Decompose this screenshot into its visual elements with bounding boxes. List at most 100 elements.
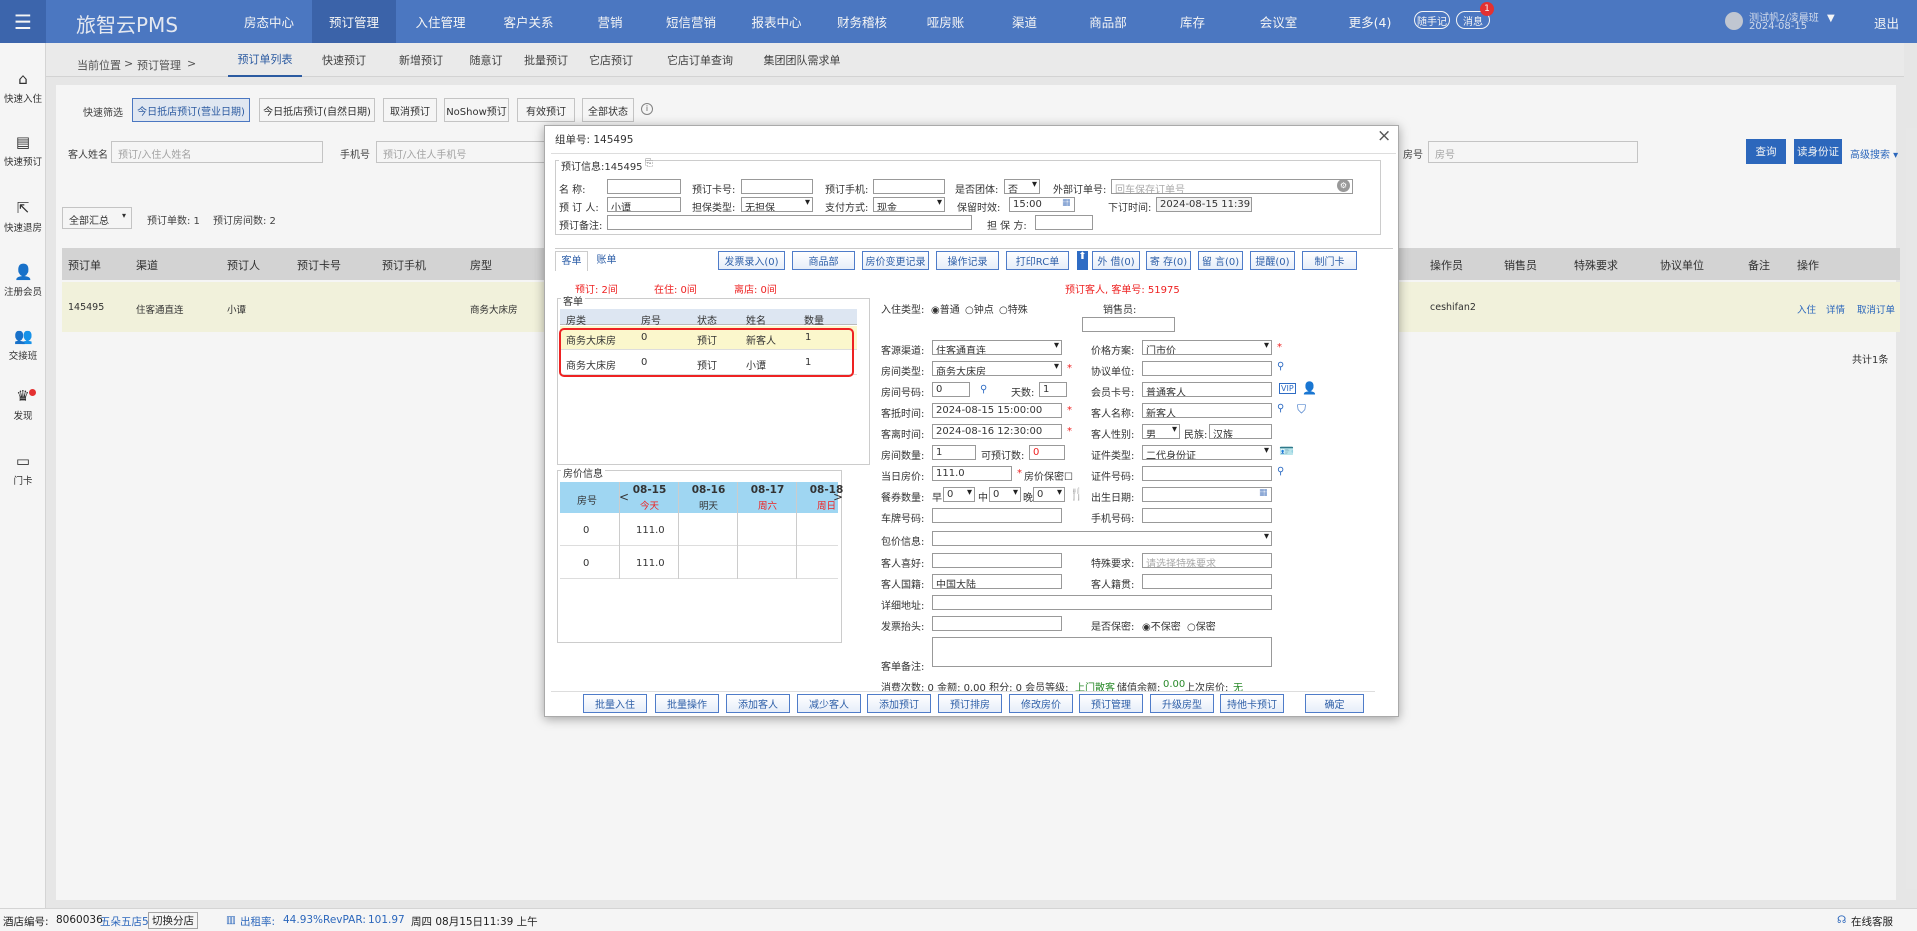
remark-input[interactable] (607, 215, 972, 230)
search-icon[interactable]: ⚲ (1277, 466, 1284, 477)
card-input[interactable] (741, 179, 813, 194)
room-no-input[interactable]: 0 (932, 382, 970, 397)
operation-log-button[interactable]: 操作记录 (936, 251, 999, 270)
booker-input[interactable]: 小谭 (607, 197, 681, 212)
id-card-icon[interactable]: 🪪 (1279, 444, 1294, 458)
country-input[interactable]: 中国大陆 (932, 574, 1062, 589)
mobile-input[interactable] (1142, 508, 1272, 523)
confirm-button[interactable]: 确定 (1305, 694, 1364, 713)
birth-input[interactable] (1142, 487, 1272, 502)
search-icon[interactable]: ⚲ (1277, 403, 1284, 414)
upgrade-room-button[interactable]: 升级房型 (1150, 694, 1214, 713)
other-card-booking-button[interactable]: 持他卡预订 (1220, 694, 1284, 713)
gender-select[interactable]: 男 (1142, 424, 1180, 439)
id-type-select[interactable]: 二代身份证 (1142, 445, 1272, 460)
secret-radio[interactable]: ○保密 (1187, 618, 1216, 633)
day-price-input[interactable]: 111.0 (932, 466, 1012, 481)
divider (551, 153, 1396, 154)
guarantor-input[interactable] (1035, 215, 1093, 230)
secret-price-checkbox[interactable]: 房价保密☐ (1024, 468, 1073, 483)
breakfast-select[interactable]: 0 (943, 487, 975, 502)
ext-order-input[interactable]: 回车保存订单号 (1111, 179, 1353, 194)
special-req-input[interactable]: 请选择特殊要求 (1142, 553, 1272, 568)
copy-icon[interactable]: ⎘ (645, 158, 653, 169)
calendar-icon[interactable]: ▦ (1259, 488, 1268, 498)
rooms-input[interactable]: 1 (932, 445, 976, 460)
arrive-label: 客抵时间: (881, 409, 925, 420)
leave-input[interactable]: 2024-08-16 12:30:00 (932, 424, 1062, 439)
remove-guest-button[interactable]: 减少客人 (797, 694, 861, 713)
search-icon[interactable]: ⚲ (980, 384, 987, 395)
batch-operation-button[interactable]: 批量操作 (655, 694, 719, 713)
stay-type-hourly-radio[interactable]: ○钟点 (965, 301, 994, 316)
booking-manage-button[interactable]: 预订管理 (1079, 694, 1143, 713)
print-rc-button[interactable]: 打印RC单 (1006, 251, 1069, 270)
stay-type-label: 入住类型: (881, 305, 925, 316)
order-time-value: 2024-08-15 11:39:0 (1156, 197, 1252, 212)
sales-input[interactable] (1082, 317, 1175, 332)
days-input[interactable]: 1 (1039, 382, 1067, 397)
change-price-button[interactable]: 修改房价 (1009, 694, 1073, 713)
borrow-button[interactable]: 外 借(0) (1092, 251, 1140, 270)
member-card-input[interactable]: 普通客人 (1142, 382, 1272, 397)
vip-icon[interactable]: VIP (1279, 383, 1296, 394)
meals-label: 餐券数量: (881, 493, 925, 504)
date-0: 08-15 (632, 484, 667, 496)
calendar-icon[interactable]: ▦ (1062, 198, 1071, 208)
card-label: 预订卡号: (692, 185, 736, 196)
group-select[interactable]: 否 (1004, 179, 1040, 194)
make-card-button[interactable]: 制门卡 (1302, 251, 1357, 270)
reminder-button[interactable]: 提醒(0) (1250, 251, 1295, 270)
guarantee-type-select[interactable]: 无担保 (741, 197, 813, 212)
add-booking-button[interactable]: 添加预订 (867, 694, 931, 713)
room-type-select[interactable]: 商务大床房 (932, 361, 1062, 376)
batch-checkin-button[interactable]: 批量入住 (583, 694, 647, 713)
search-icon[interactable]: ⚲ (1277, 361, 1284, 372)
package-select[interactable] (932, 531, 1272, 546)
not-secret-radio[interactable]: ◉不保密 (1142, 618, 1181, 633)
stay-type-special-radio[interactable]: ○特殊 (999, 301, 1028, 316)
col-name: 姓名 (746, 316, 766, 327)
message-note-button[interactable]: 留 言(0) (1198, 251, 1243, 270)
source-select[interactable]: 住客通直连 (932, 340, 1062, 355)
preference-input[interactable] (932, 553, 1062, 568)
upload-icon[interactable]: ⬆ (1077, 251, 1088, 270)
avail-input[interactable]: 0 (1029, 445, 1065, 460)
rate-plan-select[interactable]: 门市价 (1142, 340, 1272, 355)
stay-type-normal-radio[interactable]: ◉普通 (931, 301, 960, 316)
ext-order-label: 外部订单号: (1053, 185, 1107, 196)
user-add-icon[interactable]: 👤 (1302, 381, 1317, 395)
invoice-button[interactable]: 发票录入(0) (718, 251, 785, 270)
native-input[interactable] (1142, 574, 1272, 589)
weekday-1: 明天 (698, 501, 718, 512)
assign-room-button[interactable]: 预订排房 (938, 694, 1002, 713)
price-change-log-button[interactable]: 房价变更记录 (862, 251, 929, 270)
booking-modal: 组单号: 145495 × 预订信息:145495 ⎘ 名 称: 预订卡号: 预… (544, 125, 1399, 717)
dinner-label: 晚 (1023, 493, 1033, 504)
id-no-input[interactable] (1142, 466, 1272, 481)
deposit-button[interactable]: 寄 存(0) (1146, 251, 1191, 270)
address-input[interactable] (932, 595, 1272, 610)
guest-name-input[interactable]: 新客人 (1142, 403, 1272, 418)
add-guest-button[interactable]: 添加客人 (726, 694, 790, 713)
gear-icon[interactable]: ⚙ (1337, 179, 1350, 192)
name-input[interactable] (607, 179, 681, 194)
phone-input[interactable] (873, 179, 945, 194)
guest-order-no: 预订客人, 客单号: 51975 (1065, 285, 1180, 296)
arrive-input[interactable]: 2024-08-15 15:00:00 (932, 403, 1062, 418)
chevron-right-icon[interactable]: > (833, 490, 843, 504)
invoice-title-input[interactable] (932, 616, 1062, 631)
agreement-input[interactable] (1142, 361, 1272, 376)
dinner-select[interactable]: 0 (1033, 487, 1065, 502)
shield-icon[interactable]: ⛉ (1297, 402, 1306, 417)
tab-guest-order[interactable]: 客单 (555, 251, 588, 271)
cutlery-icon[interactable]: 🍴 (1069, 487, 1084, 501)
pay-method-select[interactable]: 现金 (873, 197, 945, 212)
lunch-select[interactable]: 0 (989, 487, 1021, 502)
goods-button[interactable]: 商品部 (792, 251, 855, 270)
tab-bill[interactable]: 账单 (590, 251, 623, 271)
guest-note-textarea[interactable] (932, 637, 1272, 667)
close-icon[interactable]: × (1377, 126, 1391, 146)
plate-input[interactable] (932, 508, 1062, 523)
nation-input[interactable]: 汉族 (1209, 424, 1272, 439)
